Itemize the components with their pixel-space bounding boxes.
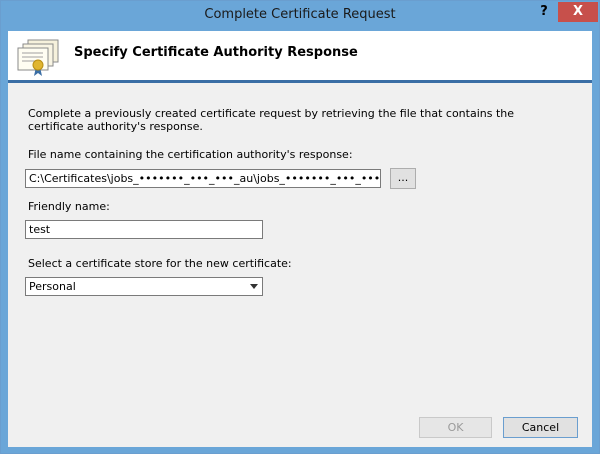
certificate-store-select[interactable]: Personal (25, 277, 263, 296)
wizard-header: Specify Certificate Authority Response (8, 31, 592, 81)
ok-button[interactable]: OK (419, 417, 492, 438)
chevron-down-icon[interactable] (250, 284, 258, 289)
window-title: Complete Certificate Request (204, 7, 396, 22)
page-title: Specify Certificate Authority Response (74, 45, 358, 60)
description-text: Complete a previously created certificat… (28, 107, 515, 133)
certificate-icon (17, 39, 59, 76)
title-bar[interactable]: Complete Certificate Request ? X (1, 1, 599, 31)
dialog-window: Complete Certificate Request ? X Specify… (0, 0, 600, 454)
friendly-name-label: Friendly name: (28, 200, 110, 213)
store-selected-value: Personal (29, 280, 76, 293)
close-button[interactable]: X (558, 2, 598, 22)
dialog-content: Complete a previously created certificat… (8, 83, 592, 447)
browse-button[interactable]: ... (390, 168, 416, 189)
store-label: Select a certificate store for the new c… (28, 257, 292, 270)
file-name-input[interactable]: C:\Certificates\jobs_•••••••_•••_•••_au\… (25, 169, 381, 188)
help-button[interactable]: ? (531, 2, 557, 22)
friendly-name-input[interactable]: test (25, 220, 263, 239)
close-icon: X (572, 4, 584, 19)
cancel-button[interactable]: Cancel (503, 417, 578, 438)
file-name-label: File name containing the certification a… (28, 148, 353, 161)
